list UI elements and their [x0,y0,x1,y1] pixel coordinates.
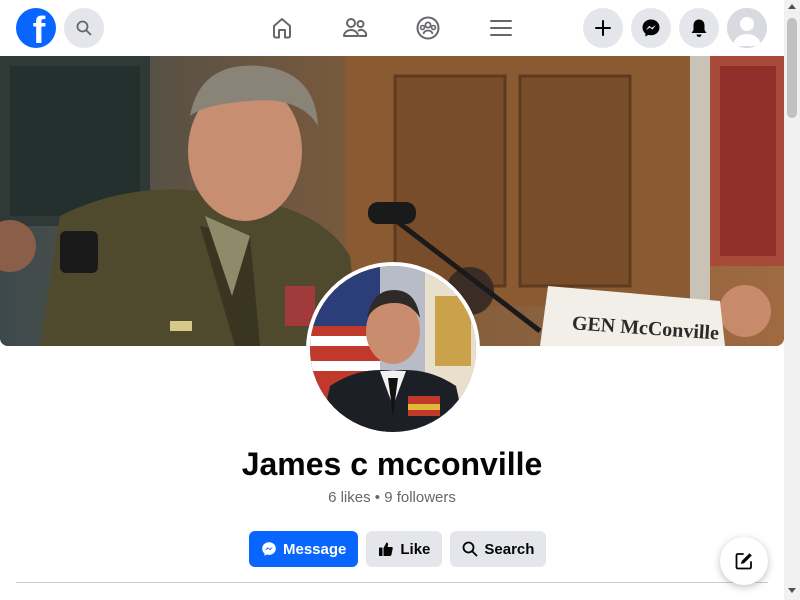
scrollbar-thumb[interactable] [787,18,797,118]
bell-icon [691,19,707,37]
message-button-label: Message [283,540,347,558]
facebook-logo-icon[interactable]: f [16,8,56,48]
scroll-up-arrow-icon[interactable] [788,4,796,9]
friends-icon [343,18,368,37]
search-button[interactable] [64,8,104,48]
plus-icon [595,20,611,36]
friends-nav-button[interactable] [339,12,371,44]
profile-picture-image [310,266,476,432]
notifications-button[interactable] [679,8,719,48]
groups-icon [416,16,440,40]
home-nav-button[interactable] [266,12,298,44]
home-icon [273,18,291,39]
menu-icon [490,20,512,36]
like-button[interactable]: Like [366,531,443,567]
thumbs-up-icon [379,542,394,556]
profile-picture[interactable] [306,262,480,436]
like-button-label: Like [400,540,431,558]
avatar-icon [727,8,767,48]
page-scrollbar[interactable] [784,0,800,600]
message-button[interactable]: Message [249,531,359,567]
search-icon [76,20,92,36]
messenger-button[interactable] [631,8,671,48]
messenger-icon [262,542,276,556]
create-button[interactable] [583,8,623,48]
section-divider [16,582,768,583]
account-avatar[interactable] [727,8,767,48]
search-page-button[interactable]: Search [450,531,547,567]
profile-action-buttons: Message Like Search [249,531,547,567]
menu-nav-button[interactable] [485,12,517,44]
likes-followers-stats[interactable]: 6 likes • 9 followers [0,489,784,506]
messenger-icon [642,19,660,37]
compose-icon [735,553,752,570]
groups-nav-button[interactable] [412,12,444,44]
search-icon [462,541,478,557]
scroll-down-arrow-icon[interactable] [788,588,796,593]
facebook-logo-letter: f [32,10,46,48]
search-button-label: Search [484,540,535,558]
new-message-button[interactable] [720,537,768,585]
page-name: James c mcconville [241,446,543,482]
top-navigation-bar: f [0,0,784,56]
